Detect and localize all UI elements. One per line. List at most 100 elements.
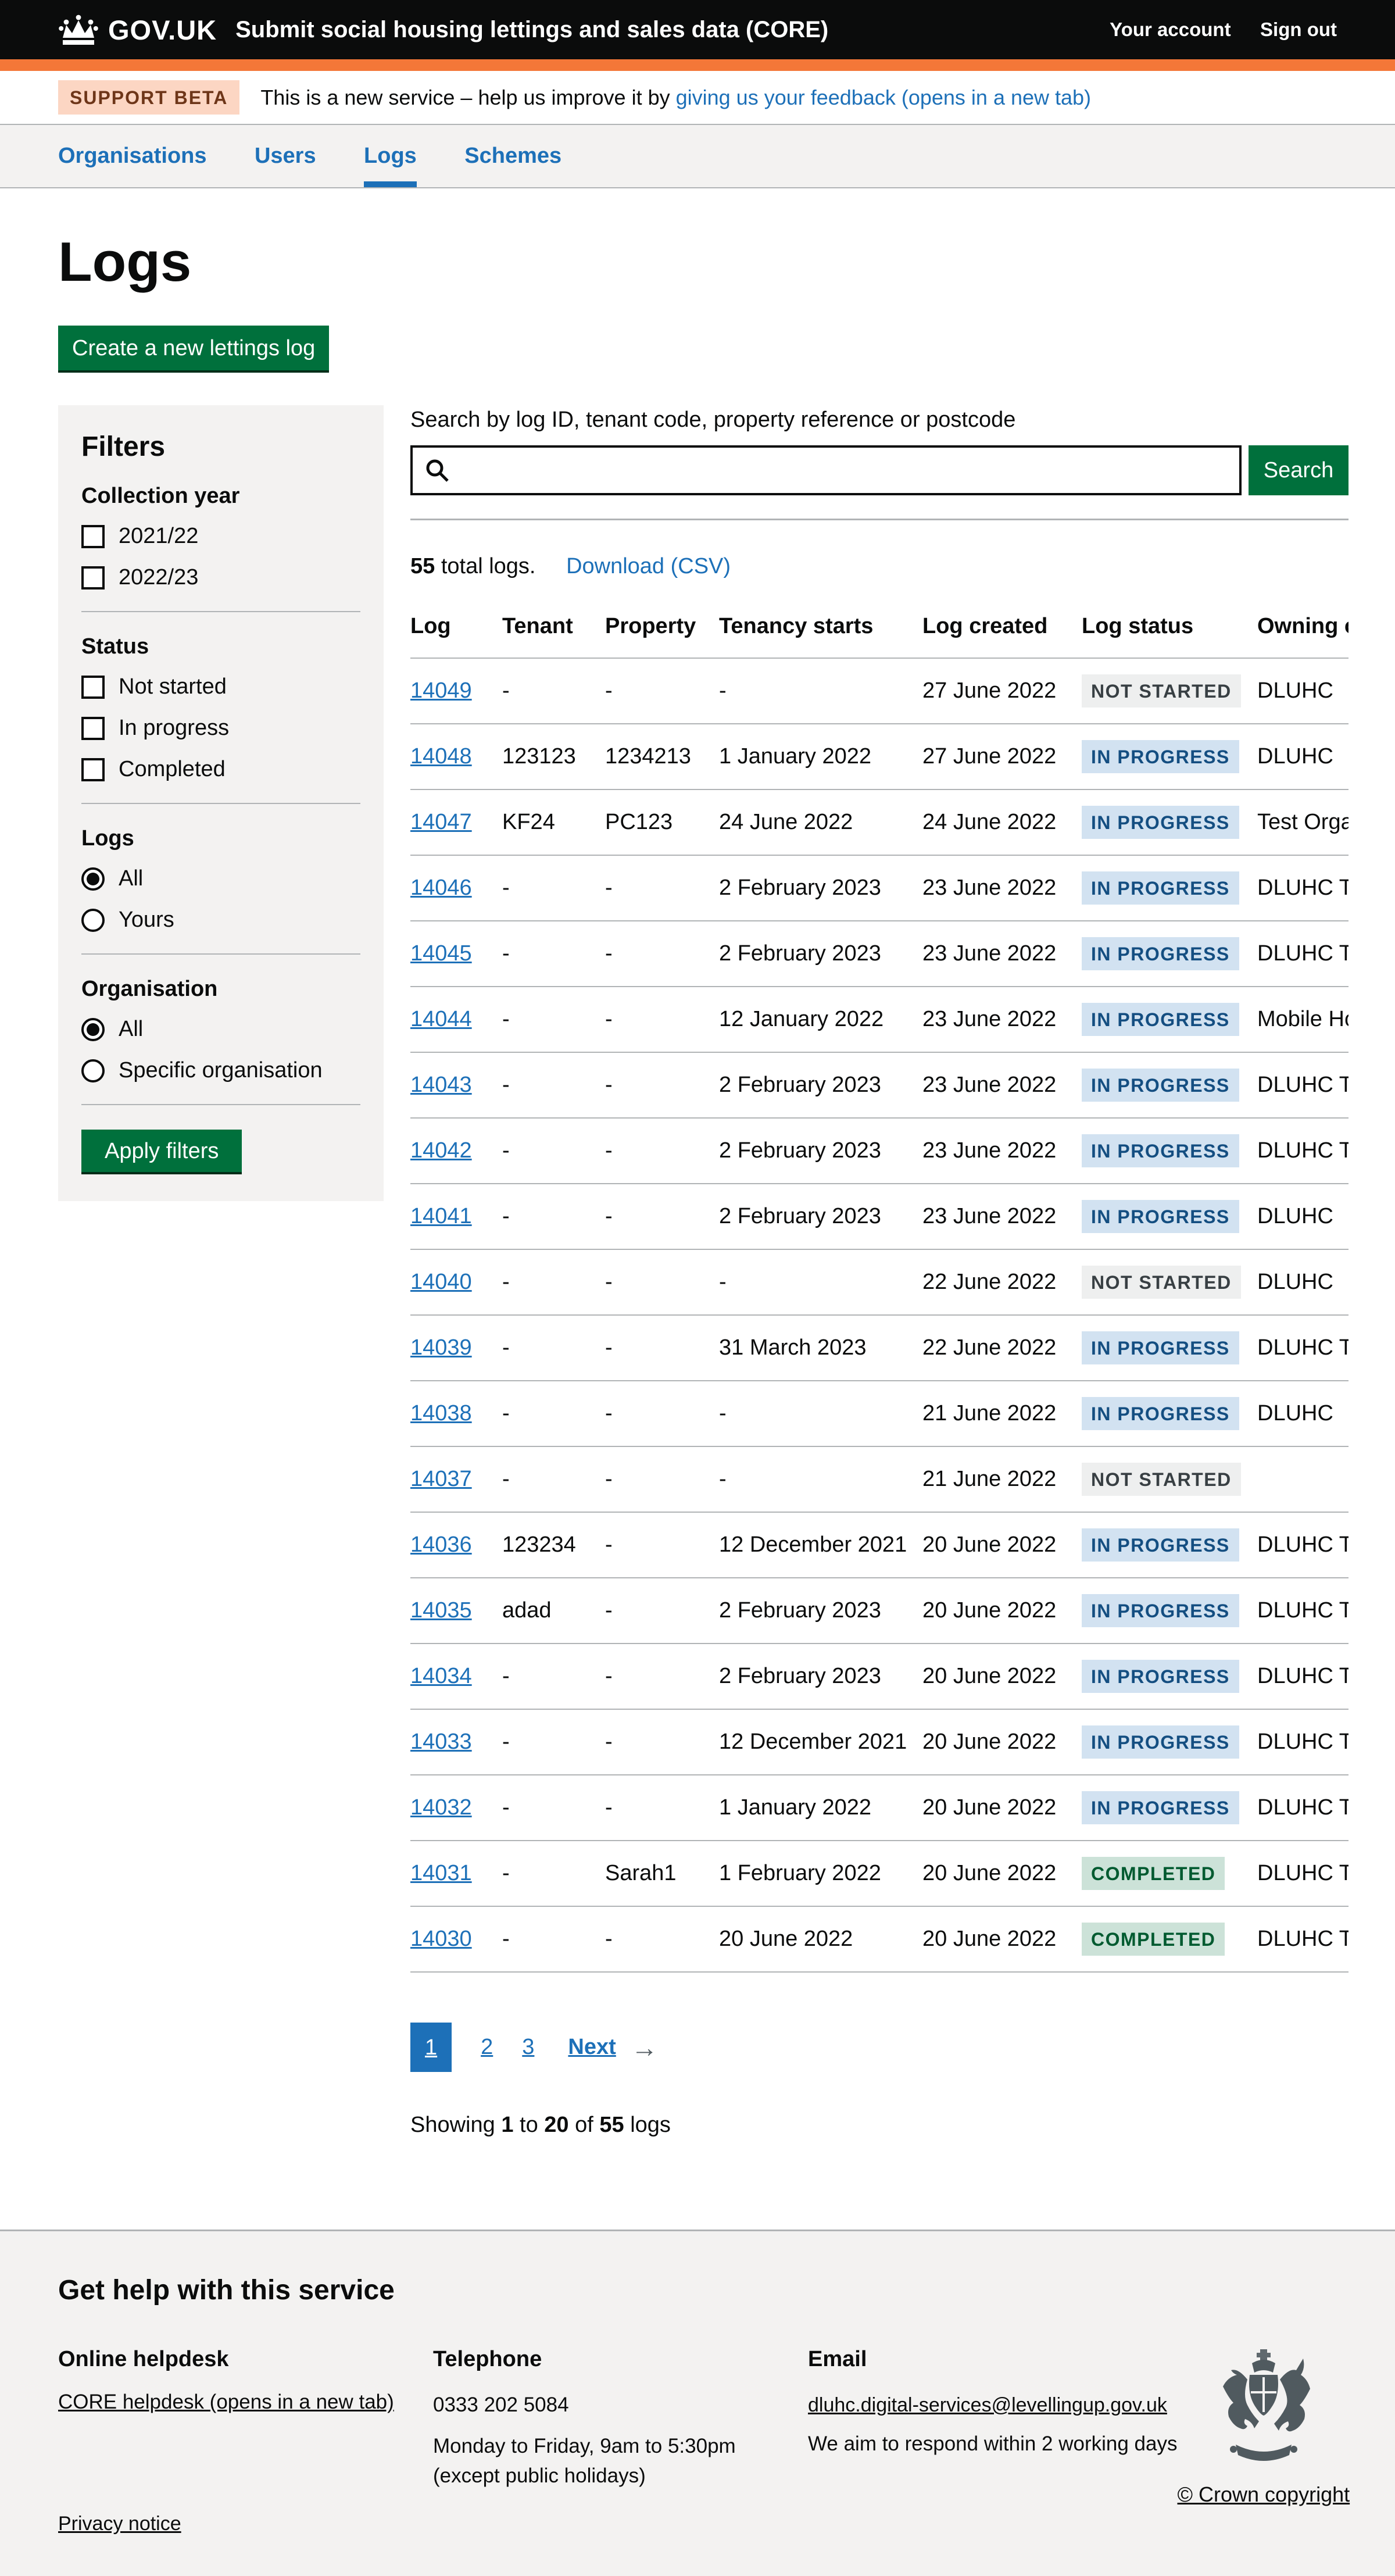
log-id-link[interactable]: 14045 xyxy=(410,941,472,966)
cell-tenancy-starts: - xyxy=(719,658,922,724)
cell-log-created: 22 June 2022 xyxy=(922,1249,1082,1315)
log-id-link[interactable]: 14048 xyxy=(410,744,472,769)
log-id-link[interactable]: 14046 xyxy=(410,876,472,900)
log-id-link[interactable]: 14037 xyxy=(410,1467,472,1491)
header-links: Your account Sign out xyxy=(1083,19,1337,41)
cell-log-status: COMPLETED xyxy=(1082,1906,1257,1972)
cell-log-status: IN PROGRESS xyxy=(1082,1709,1257,1775)
radio-control[interactable] xyxy=(81,1018,105,1041)
radio-control[interactable] xyxy=(81,909,105,932)
cell-log-status: NOT STARTED xyxy=(1082,1249,1257,1315)
status-badge: NOT STARTED xyxy=(1082,674,1241,708)
checkbox-option-in-progress[interactable]: In progress xyxy=(81,716,360,741)
log-id-link[interactable]: 14040 xyxy=(410,1270,472,1294)
royal-coat-of-arms-icon xyxy=(1217,2456,1310,2466)
table-row: 14041--2 February 202323 June 2022IN PRO… xyxy=(410,1184,1348,1249)
nav-item-users[interactable]: Users xyxy=(255,125,316,187)
cell-log-created: 23 June 2022 xyxy=(922,921,1082,987)
privacy-notice-link[interactable]: Privacy notice xyxy=(58,2513,181,2535)
table-row: 14047KF24PC12324 June 202224 June 2022IN… xyxy=(410,789,1348,855)
download-csv-link[interactable]: Download (CSV) xyxy=(566,554,731,578)
pagination-current-page[interactable]: 1 xyxy=(410,2023,452,2072)
feedback-link[interactable]: giving us your feedback (opens in a new … xyxy=(676,85,1091,109)
cell-log-created: 27 June 2022 xyxy=(922,658,1082,724)
cell-log: 14031 xyxy=(410,1841,502,1906)
crown-copyright-link[interactable]: © Crown copyright xyxy=(1178,2482,1350,2507)
service-name-link[interactable]: Submit social housing lettings and sales… xyxy=(235,17,828,43)
cell-log-status: NOT STARTED xyxy=(1082,658,1257,724)
sign-out-link[interactable]: Sign out xyxy=(1260,19,1337,40)
cell-log-status: COMPLETED xyxy=(1082,1841,1257,1906)
core-helpdesk-link[interactable]: CORE helpdesk (opens in a new tab) xyxy=(58,2391,394,2413)
checkbox-option-2022-23[interactable]: 2022/23 xyxy=(81,565,360,590)
radio-option-all[interactable]: All xyxy=(81,1017,360,1042)
table-row: 14036123234-12 December 202120 June 2022… xyxy=(410,1512,1348,1578)
log-id-link[interactable]: 14036 xyxy=(410,1532,472,1557)
search-button[interactable]: Search xyxy=(1249,445,1348,495)
cell-property: - xyxy=(605,1906,719,1972)
checkbox-option-2021-22[interactable]: 2021/22 xyxy=(81,524,360,549)
log-id-link[interactable]: 14035 xyxy=(410,1598,472,1623)
log-id-link[interactable]: 14034 xyxy=(410,1664,472,1688)
radio-option-yours[interactable]: Yours xyxy=(81,908,360,932)
cell-tenant: KF24 xyxy=(502,789,605,855)
log-id-link[interactable]: 14033 xyxy=(410,1730,472,1754)
log-id-link[interactable]: 14042 xyxy=(410,1138,472,1163)
support-beta-tag: SUPPORT BETA xyxy=(58,80,239,115)
summary-total: 55 xyxy=(599,2113,624,2137)
log-id-link[interactable]: 14032 xyxy=(410,1795,472,1820)
log-id-link[interactable]: 14043 xyxy=(410,1073,472,1097)
cell-log-status: IN PROGRESS xyxy=(1082,921,1257,987)
nav-item-organisations[interactable]: Organisations xyxy=(58,125,207,187)
nav-item-logs[interactable]: Logs xyxy=(364,125,417,187)
table-row: 14045--2 February 202323 June 2022IN PRO… xyxy=(410,921,1348,987)
table-row: 14034--2 February 202320 June 2022IN PRO… xyxy=(410,1644,1348,1709)
govuk-logotype[interactable]: GOV.UK xyxy=(108,14,217,46)
checkbox-control[interactable] xyxy=(81,525,105,548)
helpdesk-heading: Online helpdesk xyxy=(58,2347,433,2372)
log-id-link[interactable]: 14047 xyxy=(410,810,472,834)
main-content: Logs Create a new lettings log Filters C… xyxy=(0,230,1395,2160)
page-title: Logs xyxy=(58,230,1348,294)
checkbox-control[interactable] xyxy=(81,676,105,699)
checkbox-option-not-started[interactable]: Not started xyxy=(81,674,360,699)
results-column: Search by log ID, tenant code, property … xyxy=(410,405,1348,2160)
log-id-link[interactable]: 14039 xyxy=(410,1335,472,1360)
cell-log-created: 22 June 2022 xyxy=(922,1315,1082,1381)
radio-option-specific-organisation[interactable]: Specific organisation xyxy=(81,1058,360,1083)
search-input[interactable] xyxy=(410,445,1242,495)
radio-option-all[interactable]: All xyxy=(81,866,360,891)
checkbox-option-completed[interactable]: Completed xyxy=(81,757,360,782)
status-badge: IN PROGRESS xyxy=(1082,871,1239,905)
radio-control[interactable] xyxy=(81,867,105,891)
cell-property: - xyxy=(605,658,719,724)
log-id-link[interactable]: 14030 xyxy=(410,1927,472,1951)
log-id-link[interactable]: 14031 xyxy=(410,1861,472,1885)
checkbox-control[interactable] xyxy=(81,758,105,781)
log-id-link[interactable]: 14044 xyxy=(410,1007,472,1031)
cell-property: - xyxy=(605,855,719,921)
log-id-link[interactable]: 14041 xyxy=(410,1204,472,1228)
cell-log-status: IN PROGRESS xyxy=(1082,1381,1257,1446)
col-header-tenant: Tenant xyxy=(502,607,605,658)
nav-item-schemes[interactable]: Schemes xyxy=(464,125,561,187)
log-id-link[interactable]: 14049 xyxy=(410,678,472,703)
pagination-next-link[interactable]: Next xyxy=(568,2035,616,2060)
status-badge: IN PROGRESS xyxy=(1082,1660,1239,1693)
pagination-page-2[interactable]: 2 xyxy=(481,2035,493,2060)
checkbox-control[interactable] xyxy=(81,566,105,589)
cell-log-created: 20 June 2022 xyxy=(922,1906,1082,1972)
cell-log: 14043 xyxy=(410,1052,502,1118)
cell-owning-organisation: DLUHC Tes xyxy=(1257,1775,1348,1841)
apply-filters-button[interactable]: Apply filters xyxy=(81,1130,242,1172)
create-lettings-log-button[interactable]: Create a new lettings log xyxy=(58,326,329,370)
cell-tenancy-starts: 12 December 2021 xyxy=(719,1709,922,1775)
log-id-link[interactable]: 14038 xyxy=(410,1401,472,1425)
radio-control[interactable] xyxy=(81,1059,105,1082)
email-link[interactable]: dluhc.digital-services@levellingup.gov.u… xyxy=(808,2394,1167,2416)
checkbox-control[interactable] xyxy=(81,717,105,740)
filters-panel: Filters Collection year2021/222022/23Sta… xyxy=(58,405,384,1201)
cell-log-created: 20 June 2022 xyxy=(922,1578,1082,1644)
your-account-link[interactable]: Your account xyxy=(1110,19,1231,40)
pagination-page-3[interactable]: 3 xyxy=(522,2035,534,2060)
